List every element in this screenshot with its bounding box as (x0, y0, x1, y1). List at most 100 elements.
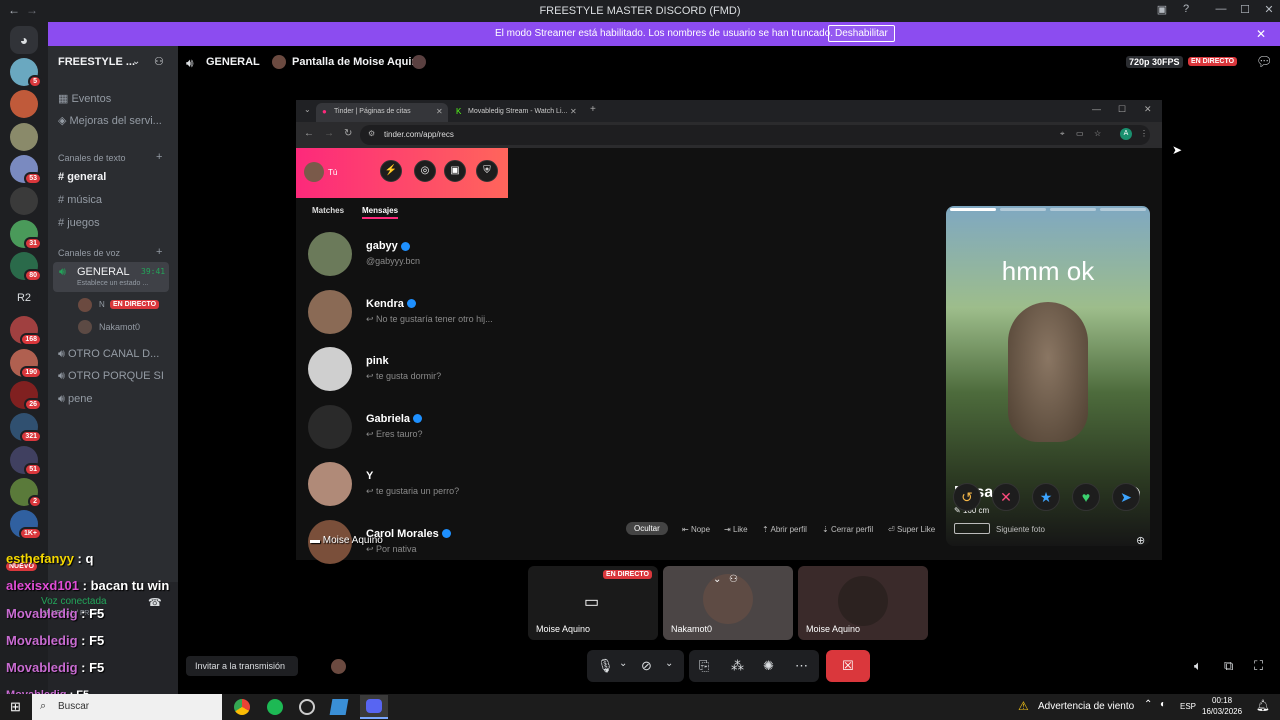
participant-tile-moise[interactable]: Moise Aquino (798, 566, 928, 640)
server-icon[interactable]: 190 (10, 348, 42, 379)
server-icon[interactable]: 1K+ (10, 510, 42, 541)
briefcase-icon[interactable]: ▣ (444, 160, 466, 182)
server-icon[interactable] (10, 187, 38, 216)
participant-tile-stream[interactable]: EN DIRECTO ▭ Moise Aquino (528, 566, 658, 640)
soundboard-icon[interactable]: ✺ (763, 658, 774, 674)
notepad-icon[interactable] (329, 699, 349, 715)
channel-musica[interactable]: # música (58, 194, 102, 206)
add-voice-channel-icon[interactable]: + (156, 246, 162, 258)
hide-hints-button[interactable]: Ocultar (626, 522, 668, 535)
server-icon[interactable]: R2 (10, 284, 38, 313)
server-name[interactable]: FREESTYLE ... (58, 56, 135, 68)
events-item[interactable]: ▦ Eventos (58, 92, 111, 105)
close-tab-icon[interactable]: ✕ (570, 107, 577, 116)
user-group-icon[interactable]: ⚇ (729, 574, 738, 585)
channel-general[interactable]: # general (58, 171, 106, 183)
server-icon[interactable] (10, 122, 38, 151)
explore-icon[interactable]: ◎ (414, 160, 436, 182)
tab-mensajes[interactable]: Mensajes (362, 206, 399, 219)
list-item[interactable]: gabyy @gabyyy.bcn (306, 230, 506, 280)
server-icon[interactable]: 321 (10, 413, 42, 444)
list-item[interactable]: pink ↩ te gusta dormir? (306, 345, 506, 395)
zoom-icon[interactable]: ⊕ (1136, 534, 1145, 547)
like-icon[interactable]: ♥ (1072, 483, 1100, 511)
server-icon[interactable] (10, 90, 38, 119)
close-banner-icon[interactable]: ✕ (1256, 27, 1266, 41)
discord-home-icon[interactable]: ◕ (10, 26, 38, 54)
profile-avatar-icon[interactable]: A (1120, 128, 1132, 140)
tab-matches[interactable]: Matches (312, 206, 344, 215)
maximize-icon[interactable]: ☐ (1236, 3, 1254, 19)
voice-channel-otro-porque[interactable]: 🔊︎ OTRO PORQUE SI (58, 370, 164, 383)
close-window-icon[interactable]: ✕ (1260, 3, 1278, 19)
chat-bubble-icon[interactable]: 💬︎ (1256, 54, 1273, 70)
popout-icon[interactable]: ⧉ (1224, 658, 1233, 674)
super-like-icon[interactable]: ★ (1032, 483, 1060, 511)
discord-taskbar-icon[interactable] (360, 695, 388, 719)
server-icon[interactable]: 53 (10, 154, 42, 185)
rewind-icon[interactable]: ↺ (953, 483, 981, 511)
fullscreen-icon[interactable]: ⛶ (1254, 658, 1263, 674)
more-options-icon[interactable]: ⋯ (795, 658, 808, 674)
close-tab-icon[interactable]: ✕ (436, 107, 443, 116)
bookmark-star-icon[interactable]: ☆ (1094, 129, 1101, 138)
windows-start-icon[interactable]: ⊞ (10, 699, 21, 715)
share-screen-icon[interactable]: ⎘ (699, 658, 709, 674)
server-icon[interactable]: 168 (10, 316, 42, 347)
tab-tinder[interactable]: ● Tinder | Páginas de citas ✕ (316, 103, 448, 122)
boost-icon[interactable]: ⚡ (380, 160, 402, 182)
stream-video[interactable]: ⌄ ● Tinder | Páginas de citas ✕ K Movabl… (296, 100, 1162, 564)
microphone-icon[interactable]: 🎙︎ (597, 658, 614, 674)
menu-dots-icon[interactable]: ⋮ (1140, 129, 1148, 138)
voice-channel-otro-canal[interactable]: 🔊︎ OTRO CANAL D... (58, 348, 159, 361)
server-icon[interactable]: 26 (10, 381, 42, 411)
chevron-down-icon[interactable]: ⌄ (665, 658, 673, 669)
server-icon[interactable]: 51 (10, 445, 42, 476)
obs-icon[interactable] (299, 699, 315, 715)
text-category[interactable]: Canales de texto (58, 153, 126, 163)
location-icon[interactable]: ⌖ (1060, 129, 1065, 139)
tab-movabledig[interactable]: K Movabledig Stream - Watch Li... ✕ (452, 103, 584, 122)
minimize-icon[interactable]: — (1212, 3, 1230, 19)
server-icon[interactable]: 2 (10, 477, 42, 508)
voice-category[interactable]: Canales de voz (58, 248, 120, 258)
activities-icon[interactable]: ⁂ (731, 658, 744, 674)
minimize-icon[interactable]: — (1092, 104, 1101, 114)
shield-icon[interactable]: ⛨ (476, 160, 498, 182)
spotify-icon[interactable] (267, 699, 283, 715)
end-call-button[interactable]: ☒ (826, 650, 870, 682)
add-text-channel-icon[interactable]: + (156, 151, 162, 163)
forward-arrow-icon[interactable]: → (324, 128, 334, 139)
list-item[interactable]: Y ↩ te gustaria un perro? (306, 460, 506, 510)
server-icon[interactable]: 80 (10, 251, 42, 282)
chevron-down-icon[interactable]: ⌄ (619, 658, 627, 669)
participant-tile-nakamot0[interactable]: ⌄ ⚇ Nakamot0 (663, 566, 793, 640)
volume-icon[interactable]: 🔈︎ (1194, 658, 1202, 674)
list-item[interactable]: Gabriela ↩ Eres tauro? (306, 403, 506, 453)
chevron-down-icon[interactable]: ⌄ (132, 56, 140, 67)
notification-bell-icon[interactable]: 🔔︎ (1256, 699, 1270, 712)
chrome-icon[interactable] (234, 699, 250, 715)
channel-juegos[interactable]: # juegos (58, 217, 100, 229)
tab-list-icon[interactable]: ⌄ (304, 105, 311, 114)
site-info-icon[interactable]: ⚙ (368, 129, 375, 138)
disable-streamer-button[interactable]: Deshabilitar (828, 25, 895, 42)
server-icon[interactable]: 5 (10, 58, 42, 88)
maximize-icon[interactable]: ☐ (1118, 104, 1126, 115)
taskbar-search[interactable]: ⌕ Buscar (32, 694, 222, 720)
invite-stream-button[interactable]: Invitar a la transmisión (186, 656, 298, 676)
disconnect-icon[interactable]: ☎ (148, 596, 162, 609)
help-icon[interactable]: ? (1177, 3, 1195, 19)
chevron-up-icon[interactable]: ⌃ (1144, 699, 1152, 710)
voice-channel-pene[interactable]: 🔊︎ pene (58, 393, 92, 406)
send-icon[interactable]: ➤ (1112, 483, 1140, 511)
cast-icon[interactable]: ▭ (1076, 129, 1084, 138)
network-icon[interactable]: ◐ (1160, 699, 1166, 710)
new-tab-icon[interactable]: + (590, 104, 596, 115)
boosts-item[interactable]: ◈ Mejoras del servi... (58, 114, 162, 127)
url-bar[interactable]: ⚙ tinder.com/app/recs ⌖ ▭ ☆ A ⋮ (360, 125, 1150, 145)
camera-off-icon[interactable]: ⊘ (641, 658, 652, 674)
close-window-icon[interactable]: ✕ (1144, 104, 1152, 115)
voice-channel-general[interactable]: 🔊︎ GENERAL 39:41 Establece un estado ... (53, 262, 169, 292)
chevron-down-icon[interactable]: ⌄ (713, 574, 721, 585)
